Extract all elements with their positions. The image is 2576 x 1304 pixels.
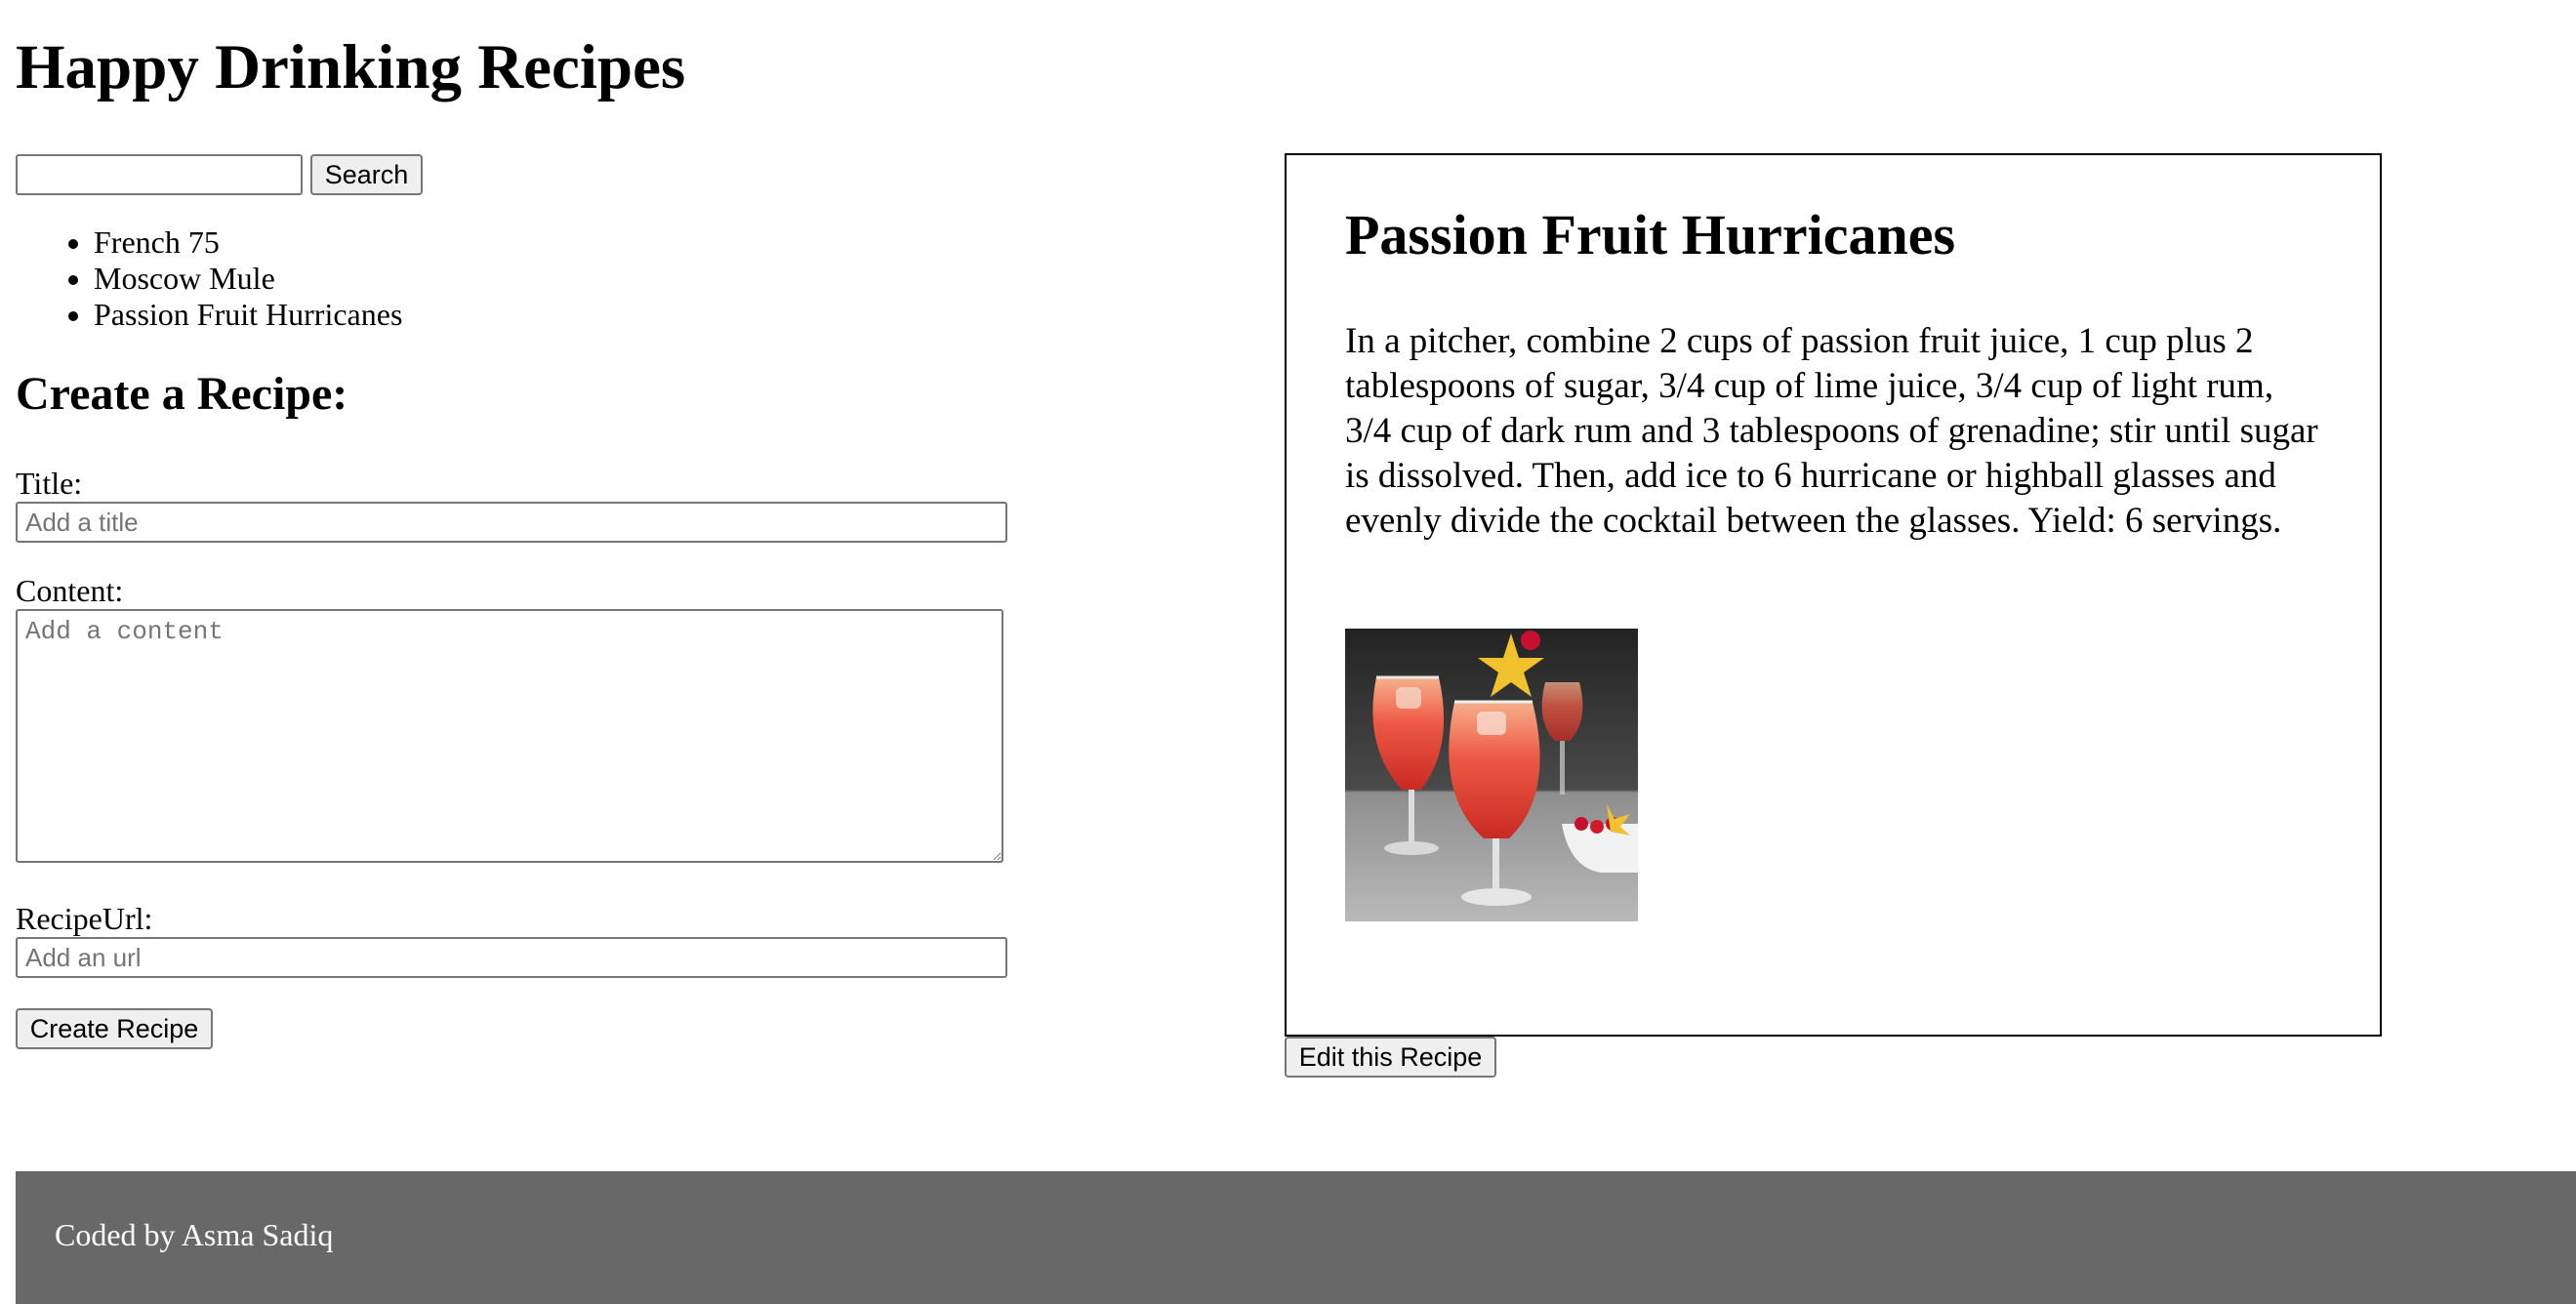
recipe-content: In a pitcher, combine 2 cups of passion … [1345, 321, 2318, 541]
title-label: Title: [16, 466, 83, 501]
recipe-list: French 75 Moscow Mule Passion Fruit Hurr… [16, 224, 402, 333]
create-recipe-button[interactable]: Create Recipe [16, 1008, 213, 1049]
recipe-url-label: RecipeUrl: [16, 901, 153, 936]
recipe-title: Passion Fruit Hurricanes [1345, 203, 1956, 266]
recipe-detail-card: Passion Fruit Hurricanes In a pitcher, c… [1285, 153, 2382, 1037]
recipe-list-item[interactable]: Passion Fruit Hurricanes [94, 297, 402, 333]
content-label: Content: [16, 573, 124, 608]
recipe-list-item[interactable]: Moscow Mule [94, 261, 402, 297]
edit-recipe-button[interactable]: Edit this Recipe [1285, 1037, 1496, 1078]
footer: Coded by Asma Sadiq [16, 1171, 2576, 1304]
search-input[interactable] [16, 154, 303, 195]
recipe-url-input[interactable] [16, 937, 1007, 978]
content-textarea[interactable] [16, 609, 1003, 863]
footer-credit: Coded by Asma Sadiq [55, 1217, 334, 1252]
search-button[interactable]: Search [310, 154, 423, 195]
page-title: Happy Drinking Recipes [16, 32, 686, 102]
recipe-list-item[interactable]: French 75 [94, 224, 402, 261]
title-input[interactable] [16, 502, 1007, 543]
recipe-image [1345, 629, 1638, 921]
create-recipe-heading: Create a Recipe: [16, 368, 348, 420]
